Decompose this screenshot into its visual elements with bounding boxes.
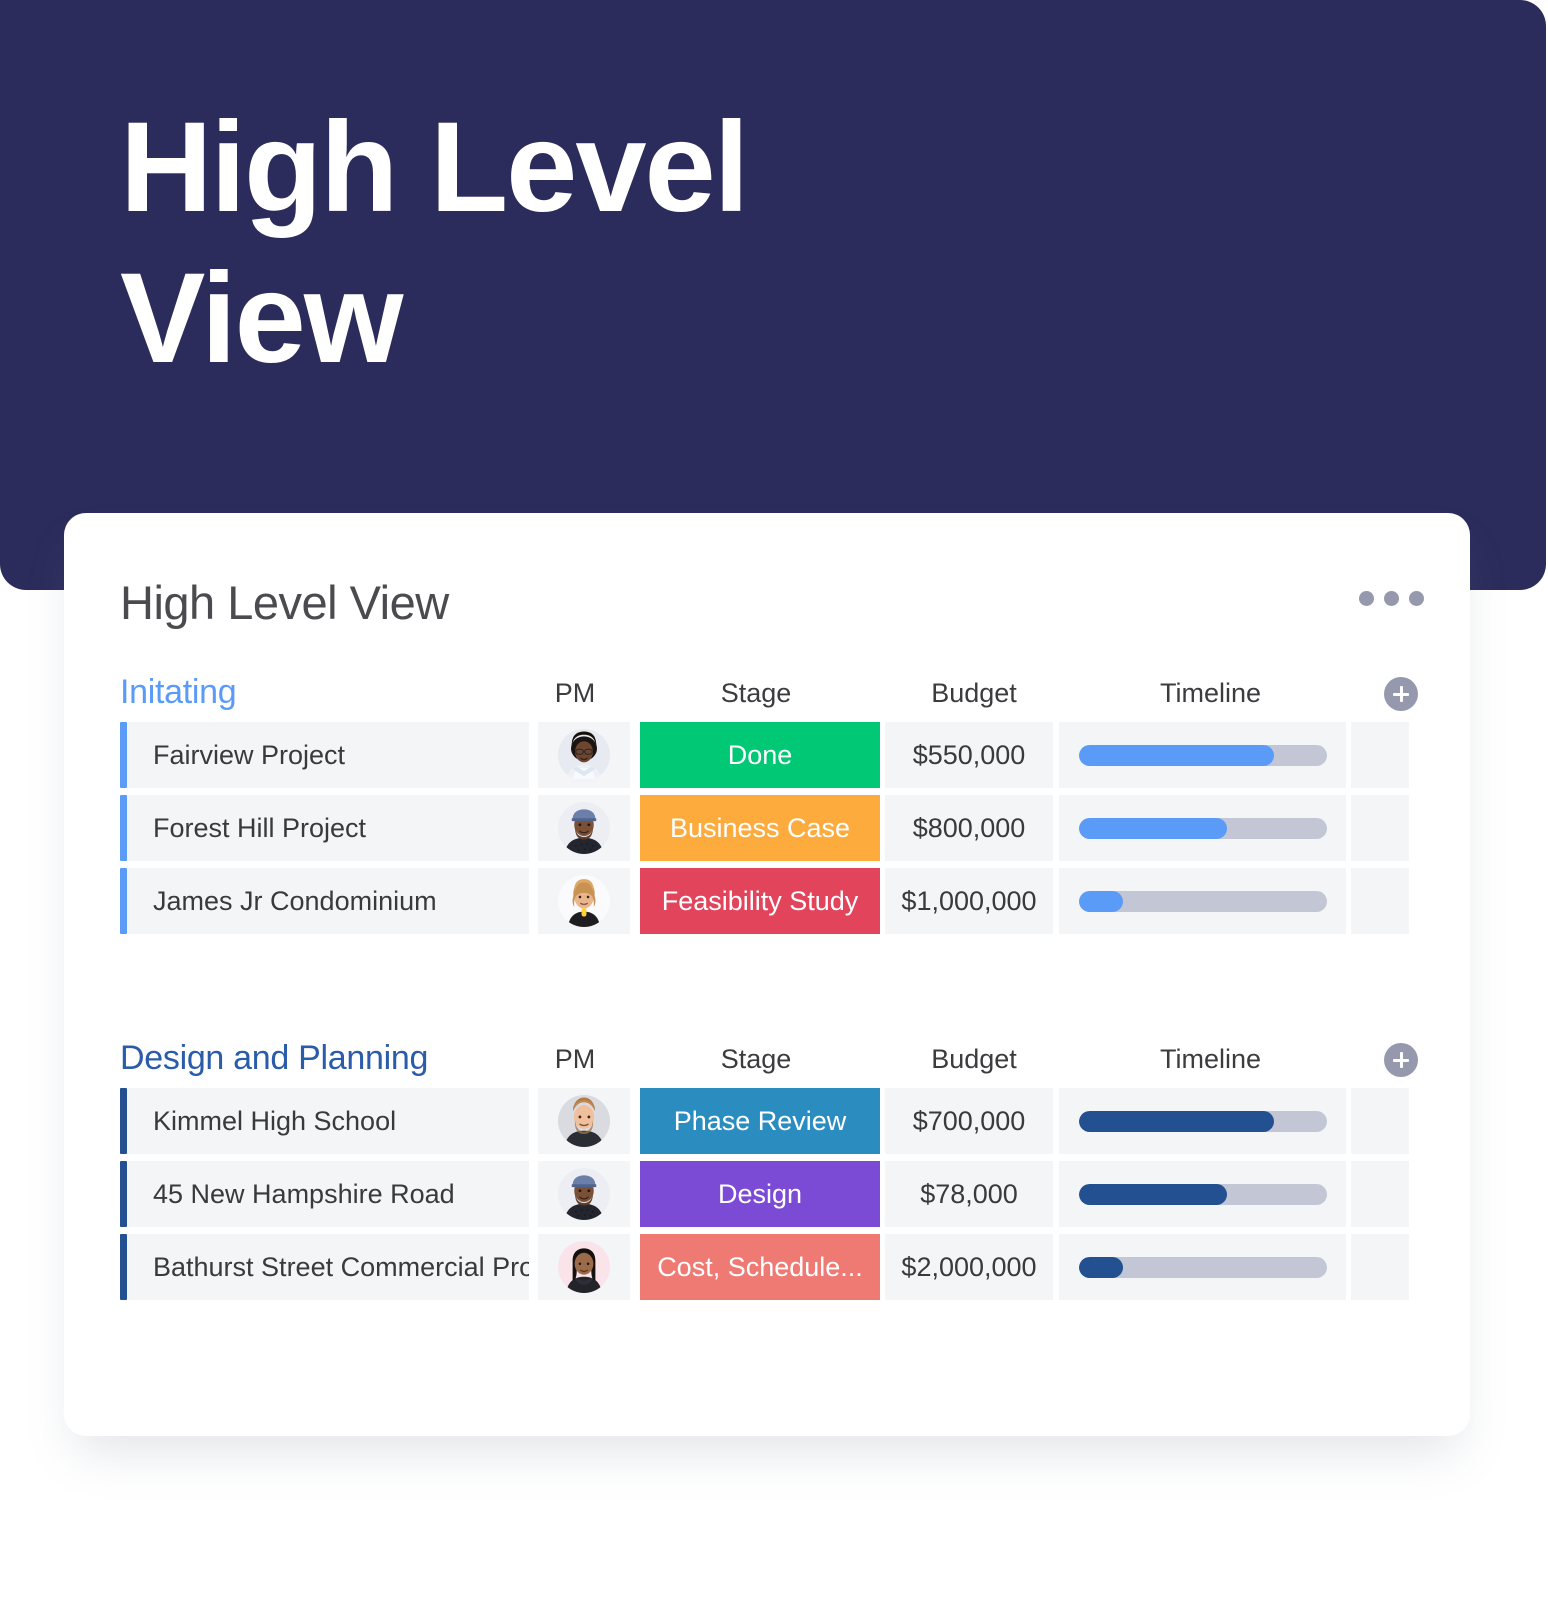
add-column-cell <box>1353 677 1449 711</box>
row-tail-cell <box>1351 1234 1409 1300</box>
column-header-timeline[interactable]: Timeline <box>1068 680 1353 711</box>
row-accent-bar <box>120 1088 127 1154</box>
row-tail-cell <box>1351 795 1409 861</box>
column-header-stage[interactable]: Stage <box>631 680 881 711</box>
timeline-cell[interactable] <box>1059 1161 1346 1227</box>
pm-cell[interactable] <box>538 1161 630 1227</box>
table-row[interactable]: Forest Hill Project Business Case $800,000 <box>64 795 1470 861</box>
stage-cell[interactable]: Business Case <box>640 795 880 861</box>
project-name-cell[interactable]: Kimmel High School <box>127 1088 529 1154</box>
budget-cell[interactable]: $2,000,000 <box>885 1234 1053 1300</box>
avatar <box>558 1095 610 1147</box>
kebab-dot <box>1409 591 1424 606</box>
budget-cell[interactable]: $550,000 <box>885 722 1053 788</box>
timeline-cell[interactable] <box>1059 1234 1346 1300</box>
table-row[interactable]: Bathurst Street Commercial Project Cost, … <box>64 1234 1470 1300</box>
column-header-budget[interactable]: Budget <box>886 1046 1062 1077</box>
board-group: Initating PM Stage Budget Timeline Fairview P… <box>64 653 1470 934</box>
screenshot-root: High Level View High Level View Initatin… <box>0 0 1548 1600</box>
row-tail-cell <box>1351 1088 1409 1154</box>
progress-fill <box>1078 890 1124 912</box>
progress-track <box>1078 744 1327 766</box>
timeline-cell[interactable] <box>1059 868 1346 934</box>
group-rows: Fairview Project Done $550,000 Forest Hill … <box>64 722 1470 934</box>
timeline-cell[interactable] <box>1059 795 1346 861</box>
stage-cell[interactable]: Done <box>640 722 880 788</box>
group-title[interactable]: Design and Planning <box>120 1041 529 1077</box>
row-accent-bar <box>120 1161 127 1227</box>
hero-title: High Level View <box>120 96 749 391</box>
progress-track <box>1078 1256 1327 1278</box>
budget-cell[interactable]: $700,000 <box>885 1088 1053 1154</box>
row-accent-bar <box>120 1234 127 1300</box>
progress-fill <box>1078 744 1275 766</box>
pm-cell[interactable] <box>538 868 630 934</box>
project-name-cell[interactable]: Fairview Project <box>127 722 529 788</box>
table-row[interactable]: Fairview Project Done $550,000 <box>64 722 1470 788</box>
page-title: High Level View <box>120 576 449 629</box>
project-name-cell[interactable]: 45 New Hampshire Road <box>127 1161 529 1227</box>
row-tail-cell <box>1351 1161 1409 1227</box>
table-row[interactable]: 45 New Hampshire Road Design $78,000 <box>64 1161 1470 1227</box>
board-card-header: High Level View <box>64 513 1470 653</box>
avatar <box>558 1168 610 1220</box>
project-name-cell[interactable]: Bathurst Street Commercial Project <box>127 1234 529 1300</box>
project-name-cell[interactable]: Forest Hill Project <box>127 795 529 861</box>
group-header: Initating PM Stage Budget Timeline <box>64 653 1470 711</box>
table-row[interactable]: Kimmel High School Phase Review $700,000 <box>64 1088 1470 1154</box>
kebab-menu-icon[interactable] <box>1359 591 1424 606</box>
kebab-dot <box>1359 591 1374 606</box>
avatar <box>558 875 610 927</box>
pm-cell[interactable] <box>538 1088 630 1154</box>
row-accent-bar <box>120 795 127 861</box>
progress-fill <box>1078 1256 1124 1278</box>
row-accent-bar <box>120 868 127 934</box>
stage-cell[interactable]: Phase Review <box>640 1088 880 1154</box>
pm-cell[interactable] <box>538 722 630 788</box>
row-tail-cell <box>1351 722 1409 788</box>
hero-banner: High Level View <box>0 0 1546 590</box>
budget-cell[interactable]: $800,000 <box>885 795 1053 861</box>
column-header-pm[interactable]: PM <box>529 680 621 711</box>
board-group: Design and Planning PM Stage Budget Timeline… <box>64 1019 1470 1300</box>
timeline-cell[interactable] <box>1059 722 1346 788</box>
pm-cell[interactable] <box>538 1234 630 1300</box>
project-name-cell[interactable]: James Jr Condominium <box>127 868 529 934</box>
table-row[interactable]: James Jr Condominium Feasibility Study $1,… <box>64 868 1470 934</box>
progress-track <box>1078 1110 1327 1132</box>
progress-fill <box>1078 817 1228 839</box>
board-card: High Level View Initating PM Stage Budget Ti… <box>64 513 1470 1436</box>
stage-cell[interactable]: Design <box>640 1161 880 1227</box>
progress-fill <box>1078 1110 1275 1132</box>
add-column-icon[interactable] <box>1384 1043 1418 1077</box>
avatar <box>558 729 610 781</box>
add-column-icon[interactable] <box>1384 677 1418 711</box>
column-header-pm[interactable]: PM <box>529 1046 621 1077</box>
stage-cell[interactable]: Feasibility Study <box>640 868 880 934</box>
timeline-cell[interactable] <box>1059 1088 1346 1154</box>
progress-track <box>1078 890 1327 912</box>
column-header-timeline[interactable]: Timeline <box>1068 1046 1353 1077</box>
board-groups: Initating PM Stage Budget Timeline Fairview P… <box>64 653 1470 1307</box>
column-header-budget[interactable]: Budget <box>886 680 1062 711</box>
group-rows: Kimmel High School Phase Review $700,000 45… <box>64 1088 1470 1300</box>
column-header-stage[interactable]: Stage <box>631 1046 881 1077</box>
row-tail-cell <box>1351 868 1409 934</box>
progress-fill <box>1078 1183 1228 1205</box>
add-column-cell <box>1353 1043 1449 1077</box>
group-header: Design and Planning PM Stage Budget Timeline <box>64 1019 1470 1077</box>
budget-cell[interactable]: $78,000 <box>885 1161 1053 1227</box>
group-title[interactable]: Initating <box>120 675 529 711</box>
stage-cell[interactable]: Cost, Schedule... <box>640 1234 880 1300</box>
pm-cell[interactable] <box>538 795 630 861</box>
budget-cell[interactable]: $1,000,000 <box>885 868 1053 934</box>
avatar <box>558 1241 610 1293</box>
kebab-dot <box>1384 591 1399 606</box>
avatar <box>558 802 610 854</box>
progress-track <box>1078 817 1327 839</box>
row-accent-bar <box>120 722 127 788</box>
progress-track <box>1078 1183 1327 1205</box>
